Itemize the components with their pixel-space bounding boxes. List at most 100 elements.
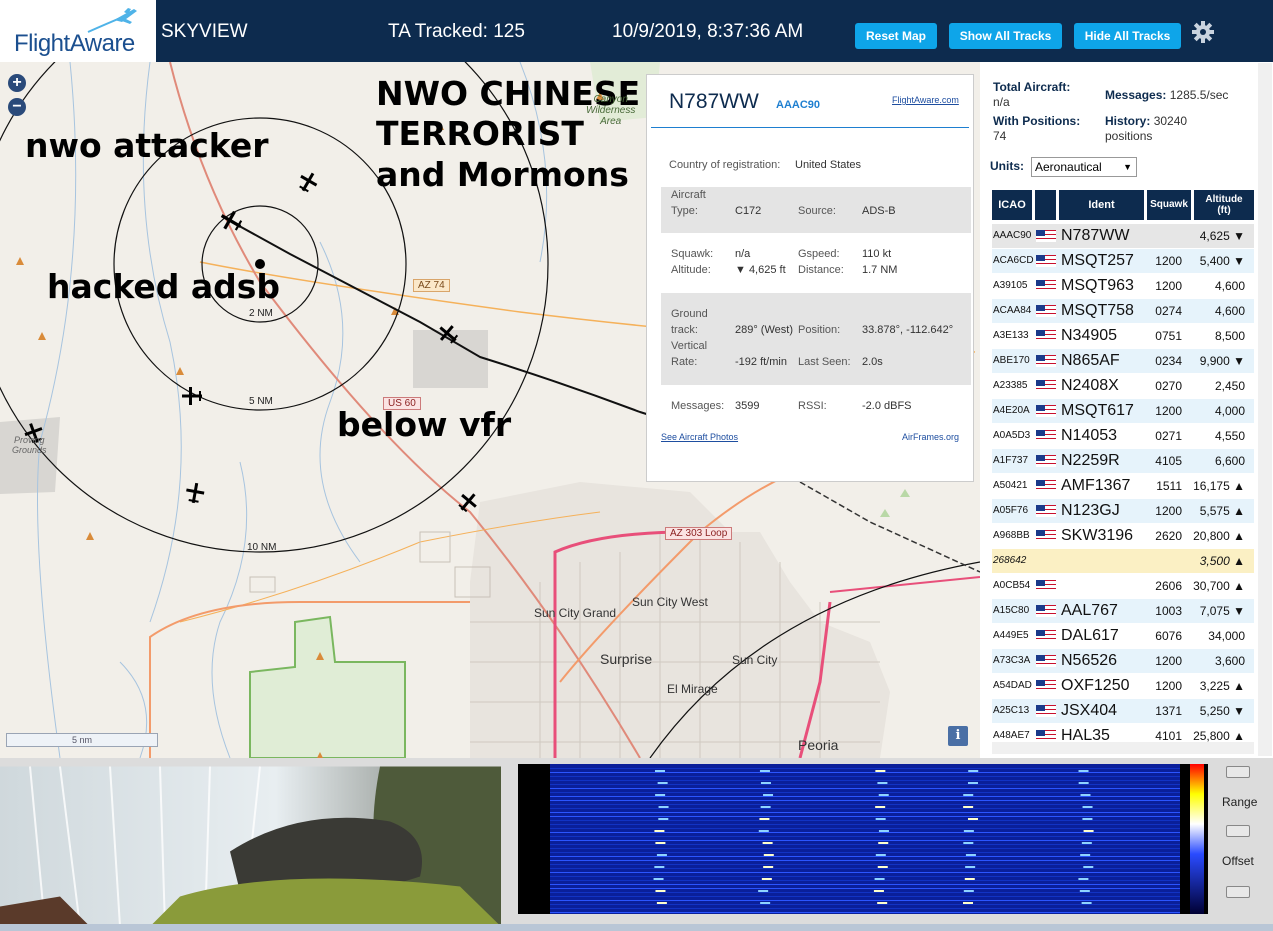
us-flag-icon	[1036, 705, 1056, 717]
table-row[interactable]: 268642 3,500 ▲	[992, 549, 1254, 573]
spectrum-peak	[655, 842, 666, 844]
altitude-header-label: Altitude	[1205, 194, 1243, 205]
row-icao: A1F737	[993, 455, 1029, 466]
row-icao: A449E5	[993, 630, 1029, 641]
table-row[interactable]: A0CB54 2606 30,700 ▲	[992, 574, 1254, 598]
table-row[interactable]: A4E20A MSQT617 1200 4,000	[992, 399, 1254, 423]
us-flag-icon	[1036, 455, 1056, 467]
popup-band	[661, 293, 971, 385]
col-header-altitude[interactable]: Altitude (ft)	[1194, 190, 1254, 220]
table-row[interactable]: AAAC90 N787WW 4,625 ▼	[992, 224, 1254, 248]
table-row[interactable]: A968BB SKW3196 2620 20,800 ▲	[992, 524, 1254, 548]
aircraft-label: Aircraft	[671, 189, 706, 201]
row-squawk: 0271	[1155, 429, 1182, 443]
spectrum-peak	[1078, 878, 1089, 880]
spectrum-peak	[1082, 806, 1093, 808]
spectrum-peak	[967, 818, 978, 820]
row-ident: MSQT617	[1061, 402, 1134, 419]
col-header-squawk[interactable]: Squawk	[1147, 190, 1191, 220]
map-info-button[interactable]: i	[948, 726, 968, 746]
altitude-value: ▼ 4,625 ft	[735, 264, 786, 276]
row-ident: N56526	[1061, 652, 1118, 669]
table-row[interactable]: A54DAD OXF1250 1200 3,225 ▲	[992, 674, 1254, 698]
table-row[interactable]: A3E133 N34905 0751 8,500	[992, 324, 1254, 348]
table-row[interactable]: A449E5 DAL617 6076 34,000	[992, 624, 1254, 648]
popup-divider	[651, 127, 969, 128]
range-slider[interactable]	[1226, 825, 1250, 837]
offset-label: Offset	[1222, 854, 1254, 868]
aircraft-photos-link[interactable]: See Aircraft Photos	[661, 432, 738, 442]
horizontal-scrollbar[interactable]	[992, 742, 1254, 754]
gear-icon[interactable]	[1191, 20, 1215, 44]
flightaware-link[interactable]: FlightAware.com	[892, 95, 959, 105]
hide-all-tracks-button[interactable]: Hide All Tracks	[1074, 23, 1181, 49]
spectrum-peak	[1082, 818, 1093, 820]
spectrum-line	[550, 864, 1180, 865]
table-row[interactable]: A23385 N2408X 0270 2,450	[992, 374, 1254, 398]
spectrum-line	[550, 900, 1180, 901]
col-header-flag[interactable]	[1035, 190, 1056, 220]
table-row[interactable]: A05F76 N123GJ 1200 5,575 ▲	[992, 499, 1254, 523]
row-squawk: 2620	[1155, 529, 1182, 543]
place-label: Sun City	[732, 653, 778, 667]
show-all-tracks-button[interactable]: Show All Tracks	[949, 23, 1062, 49]
aircraft-icon[interactable]	[296, 170, 320, 194]
us-flag-icon	[1036, 255, 1056, 267]
row-squawk: 4105	[1155, 454, 1182, 468]
spectrum-peak	[761, 878, 772, 880]
offset-slider[interactable]	[1226, 886, 1250, 898]
row-ident: OXF1250	[1061, 677, 1130, 694]
row-altitude: 9,900 ▼	[1199, 354, 1245, 368]
row-icao: A23385	[993, 380, 1028, 391]
zoom-out-button[interactable]: −	[8, 98, 26, 116]
reset-map-button[interactable]: Reset Map	[855, 23, 937, 49]
table-row[interactable]: ACA6CD MSQT257 1200 5,400 ▼	[992, 249, 1254, 273]
zoom-in-button[interactable]: +	[8, 74, 26, 92]
row-altitude: 4,625 ▼	[1199, 229, 1245, 243]
col-header-ident[interactable]: Ident	[1059, 190, 1144, 220]
selected-aircraft-icon[interactable]	[218, 208, 244, 234]
vertical-scrollbar[interactable]	[1258, 63, 1272, 756]
airframes-link[interactable]: AirFrames.org	[902, 432, 959, 442]
aircraft-icon[interactable]	[180, 384, 204, 408]
table-row[interactable]: A39105 MSQT963 1200 4,600	[992, 274, 1254, 298]
lastseen-label: Last Seen:	[798, 356, 851, 368]
spectrum-peak	[878, 842, 889, 844]
spectrum-peak	[968, 770, 979, 772]
place-label: Peoria	[798, 737, 839, 753]
row-icao: ACA6CD	[993, 255, 1034, 266]
table-row[interactable]: ABE170 N865AF 0234 9,900 ▼	[992, 349, 1254, 373]
gspeed-label: Gspeed:	[798, 248, 840, 260]
spectrum-peak	[658, 818, 669, 820]
row-altitude: 4,550	[1214, 429, 1245, 443]
table-row[interactable]: A1F737 N2259R 4105 6,600	[992, 449, 1254, 473]
row-altitude: 4,600	[1214, 279, 1245, 293]
row-icao: A39105	[993, 280, 1028, 291]
units-select[interactable]: Aeronautical ▼	[1031, 157, 1137, 177]
spectrum-line	[550, 784, 1180, 785]
aircraft-icon[interactable]	[436, 322, 460, 346]
table-row[interactable]: A50421 AMF1367 1511 16,175 ▲	[992, 474, 1254, 498]
table-row[interactable]: A0A5D3 N14053 0271 4,550	[992, 424, 1254, 448]
table-row[interactable]: A25C13 JSX404 1371 5,250 ▼	[992, 699, 1254, 723]
table-row[interactable]: A73C3A N56526 1200 3,600	[992, 649, 1254, 673]
aircraft-icon[interactable]	[456, 490, 480, 514]
us-flag-icon	[1036, 355, 1056, 367]
row-icao: A50421	[993, 480, 1028, 491]
table-row[interactable]: ACAA84 MSQT758 0274 4,600	[992, 299, 1254, 323]
col-header-icao[interactable]: ICAO	[992, 190, 1032, 220]
spectrum-peak	[658, 806, 669, 808]
spectrum-peak	[758, 890, 769, 892]
row-squawk	[1148, 549, 1182, 573]
aircraft-icon[interactable]	[183, 481, 207, 505]
range-slider-top[interactable]	[1226, 766, 1250, 778]
us-flag-icon	[1036, 630, 1056, 642]
spectrum-line	[550, 796, 1180, 797]
row-icao: A4E20A	[993, 405, 1030, 416]
spectrum-peak	[963, 890, 974, 892]
flightaware-logo[interactable]: FlightAware	[0, 0, 156, 62]
table-row[interactable]: A15C80 AAL767 1003 7,075 ▼	[992, 599, 1254, 623]
total-aircraft-value: n/a	[993, 95, 1010, 109]
spectrum-line	[550, 912, 1180, 913]
spectrum-peak	[963, 806, 974, 808]
